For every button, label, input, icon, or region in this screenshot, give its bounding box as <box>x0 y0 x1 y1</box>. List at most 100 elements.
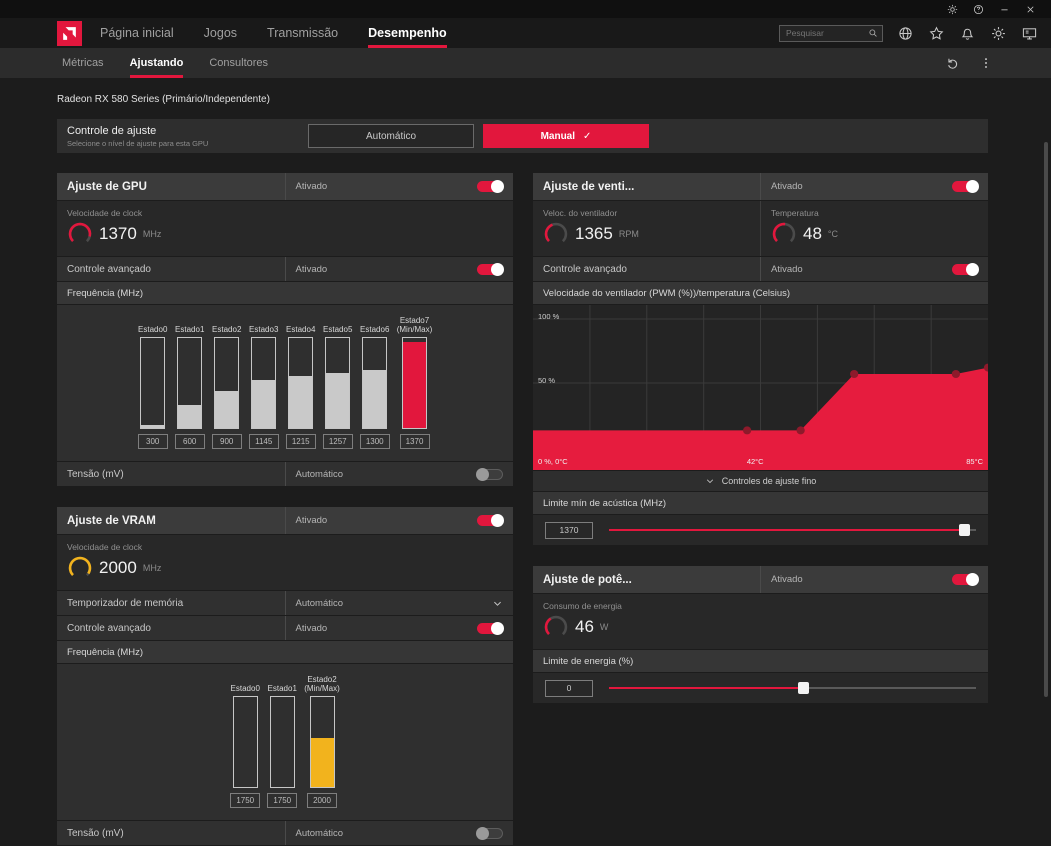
slider-handle[interactable] <box>958 524 970 536</box>
power-limit-slider[interactable] <box>609 681 976 695</box>
nav-item-jogos[interactable]: Jogos <box>204 18 237 48</box>
state-track[interactable] <box>309 696 335 788</box>
fine-controls-label: Controles de ajuste fino <box>721 476 817 486</box>
voltage-label: Tensão (mV) <box>67 827 124 839</box>
tab-ajustando[interactable]: Ajustando <box>129 48 183 78</box>
vram-clock-value: 2000 <box>99 558 137 577</box>
state-track[interactable] <box>288 337 314 429</box>
vram-advanced-toggle[interactable] <box>477 621 504 635</box>
power-tuning-toggle[interactable] <box>952 573 979 586</box>
gpu-clock-unit: MHz <box>142 229 162 239</box>
state-value[interactable]: 1750 <box>230 793 261 808</box>
notifications-icon[interactable] <box>960 26 975 41</box>
temperature-label: Temperatura <box>771 208 819 218</box>
power-tuning-panel: Ajuste de potê... Ativado Consumo de ene… <box>533 566 988 704</box>
state-value[interactable]: 1370 <box>399 434 430 449</box>
minimize-icon[interactable] <box>991 2 1017 16</box>
vram-frequency-header: Frequência (MHz) <box>57 641 513 663</box>
sub-navbar: Métricas Ajustando Consultores <box>0 48 1051 78</box>
more-icon[interactable] <box>979 56 993 70</box>
tab-consultores[interactable]: Consultores <box>209 48 268 78</box>
state-value[interactable]: 1300 <box>359 434 390 449</box>
gpu-tuning-toggle[interactable] <box>477 180 504 193</box>
state-label: Estado6 <box>360 325 390 335</box>
fan-gauges-row: Veloc. do ventilador 1365 RPM Temperatur… <box>533 201 988 256</box>
state-track[interactable] <box>269 696 295 788</box>
state-track[interactable] <box>325 337 351 429</box>
frequency-state-0: Estado0 1750 <box>230 674 261 808</box>
status-label: Ativado <box>295 622 328 634</box>
state-value[interactable]: 1145 <box>248 434 279 449</box>
chevron-down-icon <box>492 598 503 609</box>
power-consumption-label: Consumo de energia <box>543 601 622 611</box>
state-value[interactable]: 1257 <box>322 434 353 449</box>
state-track[interactable] <box>177 337 203 429</box>
titlebar-icons <box>939 2 1043 16</box>
automatic-button[interactable]: Automático <box>308 124 474 148</box>
frequency-state-7: Estado7 (Min/Max) 1370 <box>397 315 432 449</box>
state-label: Estado4 <box>286 325 316 335</box>
nav-item-transmissao[interactable]: Transmissão <box>267 18 338 48</box>
state-track[interactable] <box>362 337 388 429</box>
frequency-state-2: Estado2 900 <box>211 315 242 449</box>
acoustic-limit-header: Limite mín de acústica (MHz) <box>533 492 988 514</box>
vram-clock-unit: MHz <box>142 563 162 573</box>
nav-item-desempenho[interactable]: Desempenho <box>368 18 447 48</box>
state-value[interactable]: 2000 <box>307 793 337 808</box>
acoustic-limit-value[interactable]: 1370 <box>545 521 593 539</box>
display-icon[interactable] <box>1022 26 1037 41</box>
amd-logo-icon[interactable] <box>57 20 82 46</box>
memory-timing-label: Temporizador de memória <box>67 597 184 609</box>
state-label: Estado2 (Min/Max) <box>304 674 340 694</box>
state-label: Estado1 <box>175 325 205 335</box>
advanced-control-label: Controle avançado <box>67 622 151 634</box>
slider-handle[interactable] <box>797 682 809 694</box>
state-value[interactable]: 600 <box>174 434 205 449</box>
power-value: 46 <box>575 617 594 636</box>
globe-icon[interactable] <box>898 26 913 41</box>
gpu-clock-row: Velocidade de clock 1370 MHz <box>57 201 513 256</box>
state-track[interactable] <box>251 337 277 429</box>
temperature-value: 48 <box>803 224 822 243</box>
undo-icon[interactable] <box>945 56 959 70</box>
memory-timing-value: Automático <box>295 597 344 609</box>
fan-curve-chart[interactable]: 100 % 50 % 0 %, 0°C 42°C 85°C <box>533 305 988 470</box>
vertical-scrollbar[interactable] <box>1044 142 1048 697</box>
state-track[interactable] <box>232 696 258 788</box>
y-axis-mid-label: 50 % <box>538 376 556 385</box>
state-track[interactable] <box>402 337 427 429</box>
vram-voltage-toggle[interactable] <box>476 826 503 840</box>
gpu-panel-title: Ajuste de GPU <box>67 180 147 193</box>
tab-metricas[interactable]: Métricas <box>62 48 104 78</box>
gpu-voltage-toggle[interactable] <box>476 467 503 481</box>
nav-item-pagina-inicial[interactable]: Página inicial <box>100 18 174 48</box>
manual-button[interactable]: Manual ✓ <box>483 124 649 148</box>
y-axis-max-label: 100 % <box>538 312 560 321</box>
gear-icon[interactable] <box>991 26 1006 41</box>
state-value[interactable]: 1215 <box>285 434 316 449</box>
frequency-state-0: Estado0 300 <box>137 315 168 449</box>
settings-icon[interactable] <box>939 2 965 16</box>
state-track[interactable] <box>214 337 240 429</box>
state-track[interactable] <box>140 337 166 429</box>
fan-tuning-toggle[interactable] <box>952 180 979 193</box>
fine-controls-expander[interactable]: Controles de ajuste fino <box>533 471 988 491</box>
advanced-control-label: Controle avançado <box>67 263 151 275</box>
gpu-clock-value: 1370 <box>99 224 137 243</box>
fan-advanced-toggle[interactable] <box>952 262 979 276</box>
state-value[interactable]: 1750 <box>267 793 298 808</box>
help-icon[interactable] <box>965 2 991 16</box>
power-limit-value[interactable]: 0 <box>545 679 593 697</box>
search-box[interactable] <box>779 24 883 42</box>
close-icon[interactable] <box>1017 2 1043 16</box>
memory-timing-select[interactable]: Automático <box>284 591 514 615</box>
search-input[interactable] <box>784 27 868 39</box>
state-value[interactable]: 900 <box>211 434 242 449</box>
gpu-advanced-toggle[interactable] <box>477 262 504 276</box>
vram-tuning-toggle[interactable] <box>477 514 504 527</box>
star-icon[interactable] <box>929 26 944 41</box>
state-value[interactable]: 300 <box>137 434 168 449</box>
search-icon[interactable] <box>868 28 878 38</box>
acoustic-limit-slider[interactable] <box>609 523 976 537</box>
state-label: Estado2 <box>212 325 242 335</box>
